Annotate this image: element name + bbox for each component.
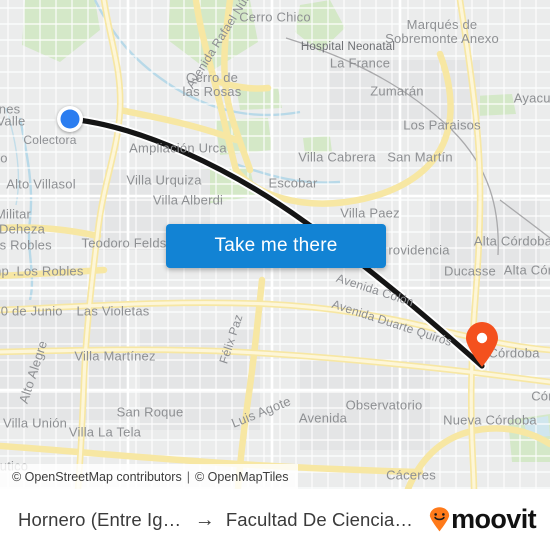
route-summary: Hornero (Entre Iguald… → Facultad De Cie… [18, 509, 421, 531]
take-me-there-button[interactable]: Take me there [166, 224, 386, 268]
destination-pin-marker[interactable] [464, 322, 500, 368]
moovit-logo[interactable]: moovit [429, 504, 537, 534]
arrow-right-icon: → [194, 508, 215, 531]
map-screen: Cerro Chico Marqués de Sobremonte Anexo Ho… [0, 0, 550, 550]
map-attribution: © OpenStreetMap contributors | © OpenMap… [0, 464, 299, 489]
moovit-pin-icon [429, 507, 450, 532]
openmaptiles-attribution-link[interactable]: © OpenMapTiles [195, 470, 289, 484]
osm-attribution-link[interactable]: © OpenStreetMap contributors [12, 470, 182, 484]
origin-dot-marker[interactable] [57, 106, 83, 132]
map-canvas[interactable]: Cerro Chico Marqués de Sobremonte Anexo Ho… [0, 0, 550, 489]
attribution-separator: | [186, 469, 190, 484]
route-destination-label: Facultad De Ciencias Exa… [225, 508, 422, 530]
route-footer: Hornero (Entre Iguald… → Facultad De Cie… [0, 489, 550, 550]
route-origin-label: Hornero (Entre Iguald… [18, 508, 184, 530]
moovit-wordmark: moovit [451, 504, 537, 534]
